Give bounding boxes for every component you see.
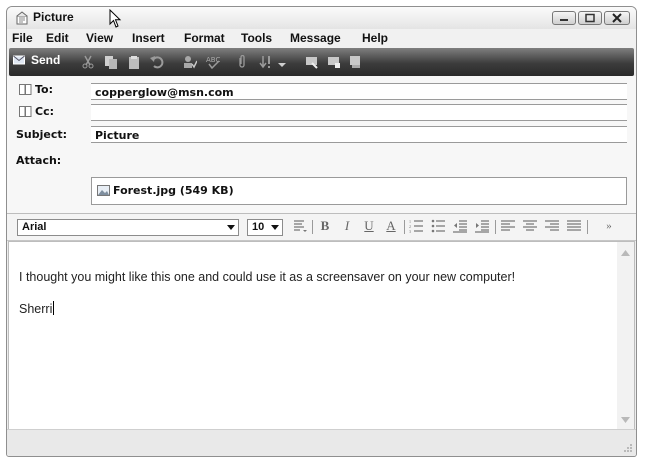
send-icon — [13, 55, 25, 65]
to-address-book-icon[interactable] — [19, 84, 32, 95]
font-size-value: 10 — [252, 221, 265, 233]
menu-view[interactable]: View — [86, 31, 113, 45]
toolbar-overflow-button[interactable]: » — [602, 219, 616, 233]
send-label: Send — [31, 53, 61, 67]
cut-icon[interactable] — [81, 55, 95, 69]
chevron-down-icon — [271, 225, 279, 230]
scroll-down-icon[interactable] — [621, 417, 630, 423]
format-toolbar: Arial 10 B I U A 123 » — [7, 214, 636, 241]
subject-field[interactable]: Picture — [91, 126, 627, 143]
sign-icon[interactable] — [305, 55, 319, 69]
offline-icon[interactable] — [349, 55, 363, 69]
compose-window: Picture File Edit View Insert Format Too… — [6, 6, 637, 457]
menu-edit[interactable]: Edit — [46, 31, 69, 45]
menu-help[interactable]: Help — [362, 31, 388, 45]
font-color-button[interactable]: A — [384, 219, 398, 233]
paste-icon[interactable] — [127, 55, 141, 69]
numbered-list-icon[interactable]: 123 — [409, 219, 423, 233]
chevron-down-icon — [227, 225, 235, 230]
italic-button[interactable]: I — [340, 219, 354, 233]
compose-mail-icon — [16, 11, 28, 25]
toolbar-divider — [312, 220, 313, 234]
attachment-field[interactable]: Forest.jpg (549 KB) — [91, 177, 627, 205]
image-file-icon — [97, 185, 110, 196]
close-button[interactable] — [604, 11, 630, 25]
align-center-icon[interactable] — [523, 219, 537, 233]
copy-icon[interactable] — [104, 55, 118, 69]
attach-label: Attach: — [16, 154, 62, 167]
maximize-button[interactable] — [578, 11, 602, 25]
menu-format[interactable]: Format — [184, 31, 225, 45]
message-body[interactable]: I thought you might like this one and co… — [8, 241, 635, 430]
mouse-pointer-icon — [109, 9, 122, 28]
menu-file[interactable]: File — [12, 31, 33, 45]
font-size-select[interactable]: 10 — [247, 219, 283, 236]
minimize-icon — [560, 19, 568, 21]
title-bar[interactable]: Picture — [7, 7, 636, 29]
encrypt-icon[interactable] — [327, 55, 341, 69]
vertical-scrollbar[interactable] — [617, 242, 634, 429]
to-label[interactable]: To: — [35, 83, 53, 96]
cc-address-book-icon[interactable] — [19, 106, 32, 117]
message-line-2: Sherri — [19, 302, 53, 316]
minimize-button[interactable] — [552, 11, 576, 25]
priority-icon[interactable] — [259, 55, 273, 69]
menu-message[interactable]: Message — [290, 31, 341, 45]
menu-tools[interactable]: Tools — [241, 31, 272, 45]
resize-grip-icon[interactable] — [623, 443, 633, 453]
message-line-1: I thought you might like this one and co… — [19, 270, 516, 284]
window-title: Picture — [33, 10, 74, 24]
undo-icon[interactable] — [150, 55, 164, 69]
svg-text:3: 3 — [409, 229, 411, 233]
bold-button[interactable]: B — [318, 219, 332, 233]
align-right-icon[interactable] — [545, 219, 559, 233]
status-bar — [7, 429, 636, 456]
justify-icon[interactable] — [567, 219, 581, 233]
decrease-indent-icon[interactable] — [453, 219, 467, 233]
scroll-up-icon[interactable] — [621, 250, 630, 256]
underline-button[interactable]: U — [362, 219, 376, 233]
message-header: To: copperglow@msn.com Cc: Subject: Pict… — [7, 76, 636, 214]
paragraph-style-icon[interactable] — [293, 219, 307, 233]
send-button[interactable]: Send — [13, 53, 60, 67]
toolbar-divider — [404, 220, 405, 234]
toolbar-divider — [587, 220, 588, 234]
toolbar-divider — [495, 220, 496, 234]
menu-insert[interactable]: Insert — [132, 31, 165, 45]
menu-bar: File Edit View Insert Format Tools Messa… — [7, 29, 636, 48]
priority-dropdown-icon[interactable] — [277, 55, 287, 69]
cc-label[interactable]: Cc: — [35, 105, 54, 118]
align-left-icon[interactable] — [501, 219, 515, 233]
attachment-name[interactable]: Forest.jpg (549 KB) — [113, 184, 234, 197]
close-icon — [612, 13, 622, 23]
message-signature-line: Sherri — [19, 301, 55, 316]
spelling-icon[interactable]: ABC — [206, 55, 220, 69]
text-caret — [53, 301, 55, 315]
increase-indent-icon[interactable] — [475, 219, 489, 233]
maximize-icon — [585, 13, 595, 23]
bullet-list-icon[interactable] — [431, 219, 445, 233]
main-toolbar: Send ABC — [9, 48, 634, 76]
check-names-icon[interactable] — [183, 55, 197, 69]
attach-icon[interactable] — [235, 55, 249, 69]
cc-field[interactable] — [91, 104, 627, 121]
to-field[interactable]: copperglow@msn.com — [91, 83, 627, 100]
font-select[interactable]: Arial — [17, 219, 239, 236]
subject-label: Subject: — [16, 128, 68, 141]
font-name: Arial — [22, 221, 47, 233]
